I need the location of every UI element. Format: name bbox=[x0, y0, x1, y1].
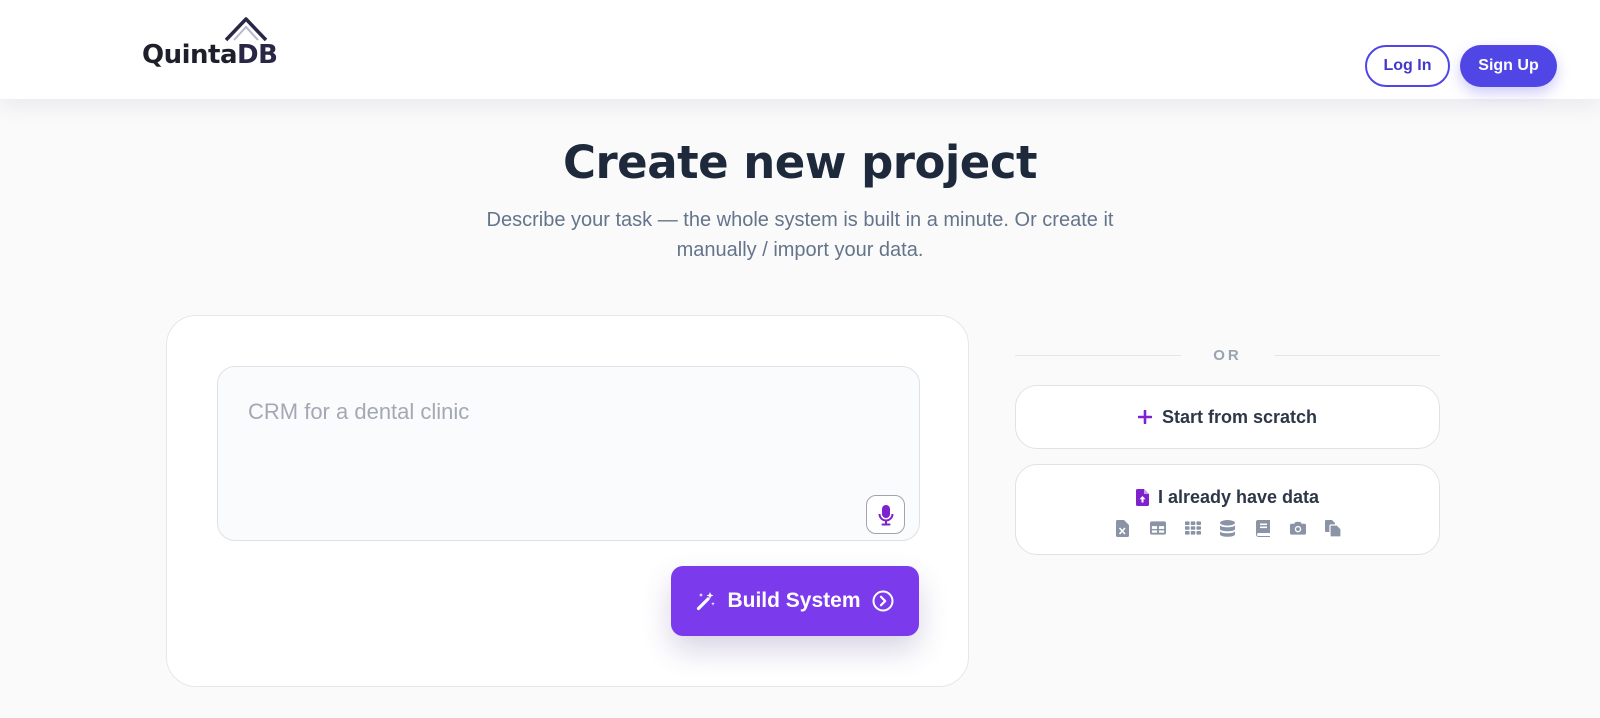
signup-button[interactable]: Sign Up bbox=[1460, 45, 1557, 87]
grid-icon bbox=[1184, 519, 1201, 537]
import-format-icons bbox=[1016, 519, 1439, 537]
divider-line-right bbox=[1273, 354, 1440, 356]
book-icon bbox=[1255, 519, 1271, 537]
table-icon bbox=[1149, 519, 1166, 537]
microphone-icon bbox=[878, 504, 893, 525]
start-from-scratch-button[interactable]: Start from scratch bbox=[1015, 385, 1440, 449]
divider-line-left bbox=[1015, 354, 1182, 356]
camera-icon bbox=[1289, 519, 1306, 537]
page-subtitle: Describe your task — the whole system is… bbox=[460, 205, 1140, 265]
quintadb-logo[interactable]: QuintaDB bbox=[142, 16, 278, 74]
logo-text-accent: DB bbox=[237, 40, 278, 70]
import-data-label: I already have data bbox=[1157, 487, 1320, 507]
top-navbar: QuintaDB Log In Sign Up bbox=[0, 0, 1600, 99]
excel-file-icon bbox=[1115, 519, 1131, 537]
start-from-scratch-label: Start from scratch bbox=[1161, 406, 1318, 427]
roof-icon bbox=[224, 17, 268, 42]
logo-text: QuintaDB bbox=[142, 40, 278, 70]
build-system-button[interactable]: Build System bbox=[671, 566, 919, 636]
import-data-header: I already have data bbox=[1016, 487, 1439, 508]
build-system-label: Build System bbox=[727, 589, 861, 612]
prompt-input[interactable] bbox=[218, 367, 919, 540]
ai-prompt-card: Build System bbox=[166, 315, 969, 687]
or-divider: OR bbox=[1015, 344, 1440, 366]
import-data-button[interactable]: I already have data bbox=[1015, 464, 1440, 555]
copy-files-icon bbox=[1324, 519, 1341, 537]
logo-text-main: Quinta bbox=[142, 40, 238, 70]
prompt-box bbox=[217, 366, 920, 541]
plus-icon bbox=[1137, 410, 1152, 424]
login-button[interactable]: Log In bbox=[1365, 45, 1450, 87]
voice-input-button[interactable] bbox=[866, 495, 905, 534]
page-title: Create new project bbox=[562, 136, 1038, 189]
subtitle-line-2: manually / import your data. bbox=[676, 239, 924, 261]
database-icon bbox=[1220, 519, 1236, 537]
chevron-right-circle-icon bbox=[872, 590, 894, 612]
file-upload-icon bbox=[1135, 489, 1149, 506]
or-text: OR bbox=[1213, 346, 1242, 364]
subtitle-line-1: Describe your task — the whole system is… bbox=[486, 209, 1114, 231]
magic-wand-icon bbox=[697, 592, 716, 611]
